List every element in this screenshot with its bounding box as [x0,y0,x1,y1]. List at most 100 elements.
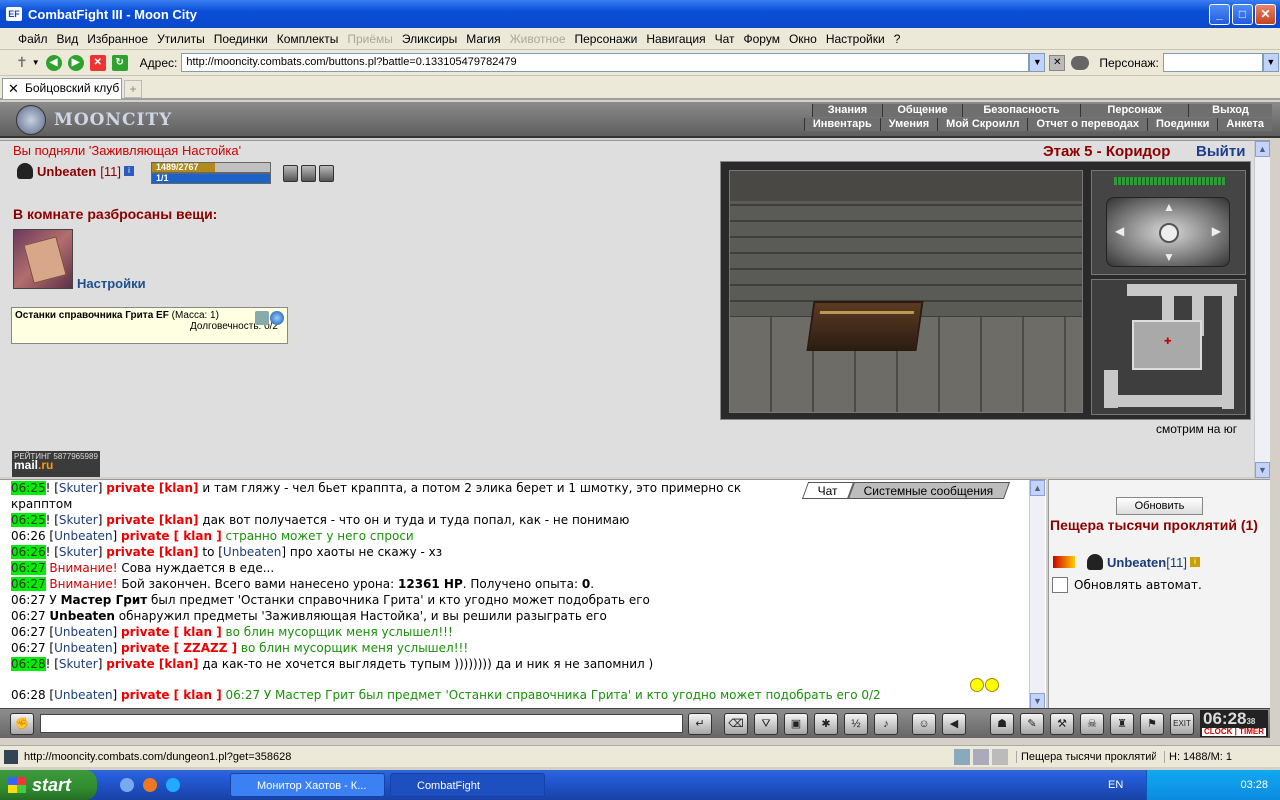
chat-time[interactable]: 06:28 [11,688,46,702]
close-button[interactable]: ✕ [1255,4,1276,25]
arrow-left-icon[interactable]: ◀ [1115,224,1124,238]
action4-icon[interactable]: ☠ [1080,713,1104,735]
main-scrollbar[interactable]: ▲ ▼ [1254,141,1270,478]
pin-dropdown-icon[interactable]: ▼ [32,58,40,67]
nav-security[interactable]: Безопасность [962,104,1080,117]
nav-my-scroll[interactable]: Мой Скроилл [937,118,1028,131]
address-dropdown-icon[interactable]: ▼ [1029,53,1046,72]
settings-link[interactable]: Настройки [77,276,146,291]
room-user-name[interactable]: Unbeaten [1107,555,1166,570]
scroll-up-icon[interactable]: ▲ [1255,141,1270,157]
chat-time[interactable]: 06:27 [11,561,46,575]
chat-private[interactable]: private [ klan ] [121,529,222,543]
chat-time[interactable]: 06:26 [11,529,46,543]
language-indicator[interactable]: EN [1108,770,1123,800]
action5-icon[interactable]: ♜ [1110,713,1134,735]
nav-inventory[interactable]: Инвентарь [803,118,880,131]
menu-sets[interactable]: Комплекты [277,32,339,46]
chest-icon[interactable] [806,301,924,351]
menu-duels[interactable]: Поединки [214,32,268,46]
effect-shield-icon[interactable] [301,165,316,182]
chat-time[interactable]: 06:26 [11,545,46,559]
chat-nick[interactable]: Unbeaten [54,688,112,702]
quicklaunch-ie-icon[interactable] [120,778,134,792]
maximize-button[interactable]: □ [1232,4,1253,25]
menu-view[interactable]: Вид [57,32,79,46]
nav-transfer-report[interactable]: Отчет о переводах [1027,118,1148,131]
menu-window[interactable]: Окно [789,32,817,46]
action1-icon[interactable]: ☗ [990,713,1014,735]
scroll-item-icon[interactable] [13,229,73,289]
arrow-right-icon[interactable]: ▶ [1212,224,1221,238]
chat-scroll-up-icon[interactable]: ▲ [1030,480,1045,496]
fist-icon[interactable]: ✊ [10,713,34,735]
new-tab-button[interactable]: + [124,80,142,98]
refresh-icon[interactable]: ↻ [111,54,128,71]
sound-icon[interactable]: ♪ [874,713,898,735]
chat-nick[interactable]: Skuter [59,481,98,495]
refresh-button[interactable]: Обновить [1116,497,1203,515]
speaker-icon[interactable]: ◀ [942,713,966,735]
chat-time[interactable]: 06:27 [11,577,46,591]
taskbar-combatfight[interactable]: CombatFight [390,773,545,797]
chat-private[interactable]: private [ klan ] [121,688,222,702]
effect-armor-icon[interactable] [319,165,334,182]
chat-nick[interactable]: Skuter [59,545,98,559]
chat-nick[interactable]: Skuter [59,513,98,527]
nav-profile[interactable]: Анкета [1217,118,1272,131]
chat-input[interactable] [40,714,683,733]
address-input[interactable]: http://mooncity.combats.com/buttons.pl?b… [181,53,1030,72]
chat-private[interactable]: private [ ZZAZZ ] [121,641,237,655]
chat-private[interactable]: private [klan] [106,545,198,559]
chat-private[interactable]: private [klan] [106,657,198,671]
room-user-info-icon[interactable]: i [1189,557,1200,567]
menu-navigation[interactable]: Навигация [646,32,705,46]
quicklaunch-skype-icon[interactable] [166,778,180,792]
tab-chat[interactable]: Чат [801,482,854,499]
quicklaunch-firefox-icon[interactable] [143,778,157,792]
chat-private[interactable]: private [ klan ] [121,625,222,639]
attack-icon[interactable] [1053,556,1075,568]
nav-exit[interactable]: Выход [1188,104,1272,117]
chat-nick[interactable]: Skuter [59,657,98,671]
mail-rating-counter[interactable]: РЕЙТИНГ 5877965989 mail.ru [12,451,100,477]
menu-help[interactable]: ? [894,32,901,46]
tab-close-icon[interactable]: ✕ [8,79,19,98]
tab-fight-club[interactable]: ✕ Бойцовский клуб [2,78,122,99]
menu-magic[interactable]: Магия [466,32,500,46]
chat-nick[interactable]: Unbeaten [54,529,112,543]
chat-nick[interactable]: Unbeaten [54,625,112,639]
menu-chat[interactable]: Чат [715,32,735,46]
menu-forum[interactable]: Форум [744,32,780,46]
exit-icon[interactable]: EXIT [1170,713,1194,735]
info-icon[interactable]: i [123,166,134,176]
chat-bold-name[interactable]: Мастер Грит [61,593,148,607]
chat-bold-name[interactable]: Unbeaten [49,609,115,623]
nav-duels[interactable]: Поединки [1147,118,1218,131]
forward-icon[interactable]: ▶ [67,54,84,71]
flag-icon[interactable]: ⚑ [1140,713,1164,735]
eraser-icon[interactable]: ⌫ [724,713,748,735]
menu-favorites[interactable]: Избранное [87,32,148,46]
menu-file[interactable]: Файл [18,32,48,46]
chat-time[interactable]: 06:25 [11,481,46,495]
exit-link[interactable]: Выйти [1196,143,1245,160]
back-icon[interactable]: ◀ [45,54,62,71]
menu-utilities[interactable]: Утилиты [157,32,205,46]
chat-time[interactable]: 06:27 [11,593,46,607]
clear-address-icon[interactable]: ✕ [1049,54,1066,71]
effect-scroll-icon[interactable] [283,165,298,182]
chat-time[interactable]: 06:25 [11,513,46,527]
minimize-button[interactable]: _ [1209,4,1230,25]
fighter-icon[interactable]: ✱ [814,713,838,735]
nav-knowledge[interactable]: Знания [812,104,882,117]
chat-time[interactable]: 06:27 [11,625,46,639]
tab-system-messages[interactable]: Системные сообщения [847,482,1010,499]
user-name[interactable]: Unbeaten [37,164,96,179]
menu-settings[interactable]: Настройки [826,32,885,46]
stop-icon[interactable]: ✕ [89,54,106,71]
half-icon[interactable]: ½ [844,713,868,735]
persona-dropdown-icon[interactable]: ▼ [1262,53,1279,72]
chat-private[interactable]: private [klan] [106,481,198,495]
chat-nick[interactable]: Unbeaten [223,545,281,559]
